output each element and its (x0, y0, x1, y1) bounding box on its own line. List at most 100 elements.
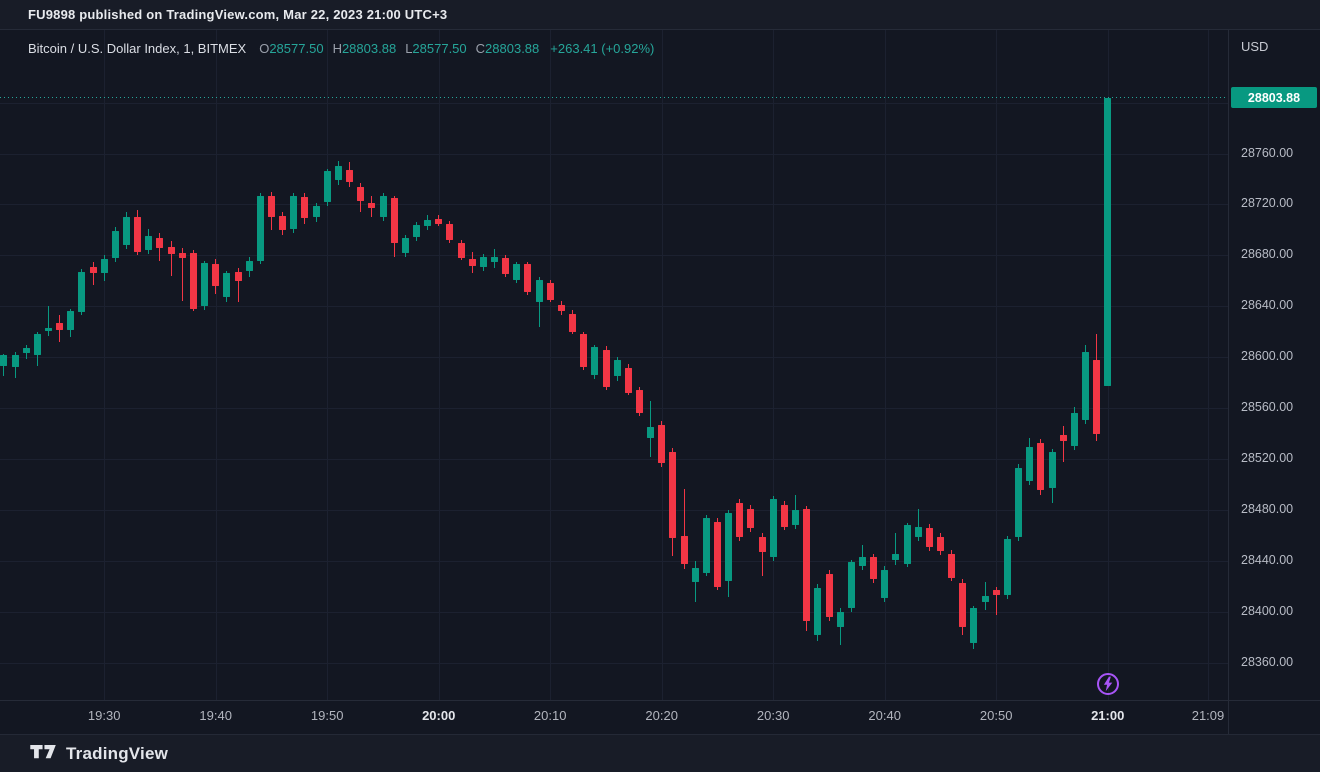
price-axis[interactable]: USD 28760.0028720.0028680.0028640.002860… (1228, 30, 1320, 734)
candle-19:55 (380, 196, 387, 218)
currency-label: USD (1241, 39, 1268, 54)
ohlc-high-label: H (333, 41, 342, 56)
candle-20:05 (491, 257, 498, 262)
price-tick-label: 28680.00 (1241, 247, 1293, 261)
vertical-gridline (327, 30, 328, 700)
candle-wick (48, 306, 49, 335)
footer-bar: TradingView (0, 734, 1320, 772)
ohlc-open: O28577.50 (259, 41, 323, 56)
candle-19:24 (34, 334, 41, 354)
candle-19:40 (212, 264, 219, 286)
candle-19:50 (324, 171, 331, 202)
candle-20:18 (636, 390, 643, 413)
candle-19:26 (56, 323, 63, 331)
price-tick-label: 28400.00 (1241, 604, 1293, 618)
candle-20:00 (435, 219, 442, 224)
candle-20:09 (536, 280, 543, 303)
candle-19:46 (279, 216, 286, 230)
lightning-marker-icon[interactable] (1096, 672, 1120, 696)
ohlc-open-value: 28577.50 (269, 41, 323, 56)
candle-20:26 (725, 513, 732, 582)
tradingview-logo[interactable]: TradingView (30, 744, 168, 764)
ohlc-low-value: 28577.50 (412, 41, 466, 56)
last-price-badge-value: 28803.88 (1248, 91, 1300, 105)
candle-20:37 (848, 562, 855, 608)
candle-20:27 (736, 503, 743, 537)
candle-20:29 (759, 537, 766, 552)
horizontal-gridline (0, 357, 1228, 358)
ohlc-close: C28803.88 (476, 41, 540, 56)
candle-19:43 (246, 261, 253, 271)
attribution-text: FU9898 published on TradingView.com, Mar… (28, 7, 447, 22)
time-tick-label: 19:50 (311, 708, 344, 723)
tradingview-logo-icon (30, 745, 57, 762)
candle-19:58 (413, 225, 420, 238)
horizontal-gridline (0, 612, 1228, 613)
candle-20:31 (781, 505, 788, 527)
candle-20:38 (859, 557, 866, 566)
candle-19:21 (0, 355, 7, 367)
candle-20:10 (547, 283, 554, 300)
price-tick-label: 28520.00 (1241, 451, 1293, 465)
candle-20:40 (881, 570, 888, 598)
candle-19:53 (357, 187, 364, 201)
candle-20:39 (870, 557, 877, 579)
candle-19:51 (335, 166, 342, 180)
brand-text: TradingView (66, 744, 168, 764)
candle-20:32 (792, 510, 799, 525)
candle-20:28 (747, 509, 754, 528)
candle-20:48 (970, 608, 977, 642)
candle-20:25 (714, 522, 721, 587)
candle-wick (895, 533, 896, 565)
candle-20:11 (558, 305, 565, 311)
candle-wick (93, 262, 94, 285)
candle-20:33 (803, 509, 810, 621)
candle-20:49 (982, 596, 989, 602)
vertical-gridline (550, 30, 551, 700)
candle-20:01 (446, 224, 453, 241)
candle-20:55 (1049, 452, 1056, 489)
candle-19:23 (23, 348, 30, 353)
candle-19:45 (268, 196, 275, 218)
candle-20:04 (480, 257, 487, 267)
price-tick-label: 28440.00 (1241, 553, 1293, 567)
candle-20:46 (948, 554, 955, 578)
candle-20:35 (826, 574, 833, 617)
candle-19:38 (190, 253, 197, 309)
horizontal-gridline (0, 204, 1228, 205)
candle-20:12 (569, 314, 576, 332)
candle-20:20 (658, 425, 665, 463)
candle-21:00 (1104, 98, 1111, 386)
time-axis[interactable]: 19:3019:4019:5020:0020:1020:2020:3020:40… (0, 700, 1320, 734)
candle-19:30 (101, 259, 108, 273)
price-tick-label: 28560.00 (1241, 400, 1293, 414)
price-tick-label: 28480.00 (1241, 502, 1293, 516)
candle-19:49 (313, 206, 320, 218)
time-tick-label: 20:10 (534, 708, 567, 723)
candle-19:57 (402, 238, 409, 253)
candle-19:25 (45, 328, 52, 331)
candle-20:44 (926, 528, 933, 547)
candle-19:48 (301, 197, 308, 219)
candle-20:17 (625, 368, 632, 394)
ohlc-close-label: C (476, 41, 485, 56)
candle-20:50 (993, 590, 1000, 595)
candle-19:35 (156, 238, 163, 248)
candle-19:22 (12, 355, 19, 368)
candle-19:39 (201, 263, 208, 306)
candle-20:08 (524, 264, 531, 292)
horizontal-gridline (0, 408, 1228, 409)
candle-19:31 (112, 231, 119, 258)
candle-19:34 (145, 236, 152, 250)
change-value: +263.41 (+0.92%) (550, 41, 654, 56)
candle-20:07 (513, 264, 520, 279)
attribution-bar: FU9898 published on TradingView.com, Mar… (0, 0, 1320, 30)
vertical-gridline (1208, 30, 1209, 700)
candle-19:44 (257, 196, 264, 261)
candle-20:58 (1082, 352, 1089, 420)
candle-20:45 (937, 537, 944, 551)
candle-19:27 (67, 311, 74, 330)
candle-20:03 (469, 259, 476, 265)
candle-19:54 (368, 203, 375, 208)
candle-19:47 (290, 196, 297, 229)
